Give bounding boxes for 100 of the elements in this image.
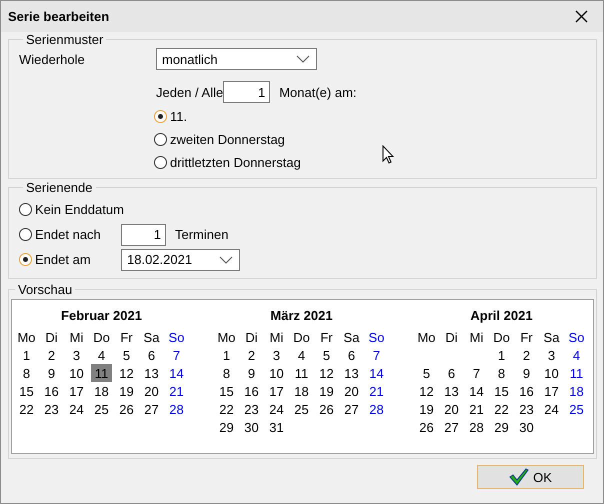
calendar-day: 15: [489, 382, 514, 400]
repeat-dropdown[interactable]: monatlich: [156, 48, 317, 70]
radio-option[interactable]: 11.: [154, 109, 188, 124]
calendar-day: 24: [539, 400, 564, 418]
weekday-header: Do: [292, 328, 311, 346]
calendar-day: 16: [39, 382, 64, 400]
calendar-day: 7: [164, 346, 189, 364]
calendar-day: 21: [164, 382, 189, 400]
weekday-header: Do: [492, 328, 511, 346]
calendar-day: 14: [164, 364, 189, 382]
calendar-day: 3: [539, 346, 564, 364]
calendar-day: 25: [289, 400, 314, 418]
weekday-header: So: [568, 328, 586, 346]
calendar-day: 23: [39, 400, 64, 418]
calendar-day: 5: [314, 346, 339, 364]
close-button[interactable]: [573, 8, 589, 24]
calendar-day: 12: [414, 382, 439, 400]
calendar-day: 15: [214, 382, 239, 400]
calendar-day: 29: [214, 418, 239, 436]
calendar-day: 19: [114, 382, 139, 400]
calendar-day: 9: [239, 364, 264, 382]
group-legend: Serienmuster: [23, 32, 106, 47]
calendar-day: 1: [489, 346, 514, 364]
weekday-header: So: [168, 328, 186, 346]
calendar-day: 13: [439, 382, 464, 400]
calendar-day: 26: [414, 418, 439, 436]
calendar-day: 10: [264, 364, 289, 382]
calendar-day: 27: [439, 418, 464, 436]
calendar-day: 14: [364, 364, 389, 382]
calendar-day: 18: [289, 382, 314, 400]
calendar-day: 30: [514, 418, 539, 436]
field-label: Monat(e) am:: [279, 84, 357, 100]
radio-button[interactable]: [19, 228, 32, 241]
checkmark-icon: [509, 468, 530, 486]
radio-button[interactable]: [19, 203, 32, 216]
calendar-day: 20: [439, 400, 464, 418]
chevron-down-icon: [296, 55, 310, 63]
calendar-day: 7: [364, 346, 389, 364]
weekday-header: Mo: [16, 328, 37, 346]
radio-button[interactable]: [154, 110, 167, 123]
calendar-day: 8: [14, 364, 39, 382]
calendar-day: 22: [214, 400, 239, 418]
window-title: Serie bearbeiten: [8, 9, 110, 24]
ok-button[interactable]: OK: [477, 465, 584, 489]
radio-option[interactable]: drittletzten Donnerstag: [154, 155, 301, 170]
weekday-header: Mi: [268, 328, 284, 346]
group-legend: Vorschau: [15, 282, 76, 297]
date-dropdown[interactable]: 18.02.2021: [121, 248, 240, 270]
calendar-day: 17: [539, 382, 564, 400]
calendar-day: 17: [264, 382, 289, 400]
calendar-day: 6: [339, 346, 364, 364]
field-label: Terminen: [175, 227, 228, 242]
calendar-day: 3: [264, 346, 289, 364]
calendar-day: 27: [339, 400, 364, 418]
radio-button[interactable]: [19, 253, 32, 266]
radio-option[interactable]: Endet nach: [19, 227, 101, 242]
calendar-day: 2: [39, 346, 64, 364]
calendar-day: 30: [239, 418, 264, 436]
calendar-day: 12: [114, 364, 139, 382]
calendar-day: 11: [91, 364, 112, 382]
month-title: Februar 2021: [60, 308, 143, 325]
interval-input[interactable]: 1: [223, 81, 270, 103]
radio-option[interactable]: zweiten Donnerstag: [154, 132, 285, 147]
calendar-day: 18: [564, 382, 589, 400]
calendar-day: 27: [139, 400, 164, 418]
calendar-day: 5: [114, 346, 139, 364]
calendar-day: 2: [239, 346, 264, 364]
calendar-day: 16: [239, 382, 264, 400]
weekday-header: Sa: [142, 328, 160, 346]
calendar-day: 19: [414, 400, 439, 418]
calendar-day: 14: [464, 382, 489, 400]
calendar-day: 21: [364, 382, 389, 400]
weekday-header: Sa: [342, 328, 360, 346]
weekday-header: Di: [44, 328, 59, 346]
mouse-pointer-icon: [382, 145, 394, 164]
calendar-day: 24: [64, 400, 89, 418]
weekday-header: Mo: [416, 328, 437, 346]
calendar-day: 11: [289, 364, 314, 382]
calendar-day: 6: [139, 346, 164, 364]
calendar-day: 10: [64, 364, 89, 382]
calendar-day: 20: [139, 382, 164, 400]
calendar-day: 29: [489, 418, 514, 436]
calendar-day: 20: [339, 382, 364, 400]
count-input[interactable]: 1: [121, 224, 166, 246]
calendar-day: 8: [214, 364, 239, 382]
calendar-day: 2: [514, 346, 539, 364]
calendar-day: 17: [64, 382, 89, 400]
weekday-header: Mi: [468, 328, 484, 346]
calendar-day: 28: [464, 418, 489, 436]
radio-option[interactable]: Kein Enddatum: [19, 202, 124, 217]
weekday-header: Sa: [542, 328, 560, 346]
radio-button[interactable]: [154, 133, 167, 146]
radio-button[interactable]: [154, 156, 167, 169]
radio-option[interactable]: Endet am: [19, 252, 91, 267]
calendar-day: 1: [14, 346, 39, 364]
weekday-header: Mi: [68, 328, 84, 346]
calendar-day: 10: [539, 364, 564, 382]
calendar-day: 18: [89, 382, 114, 400]
calendar-day: 5: [414, 364, 439, 382]
calendar-day: 23: [239, 400, 264, 418]
